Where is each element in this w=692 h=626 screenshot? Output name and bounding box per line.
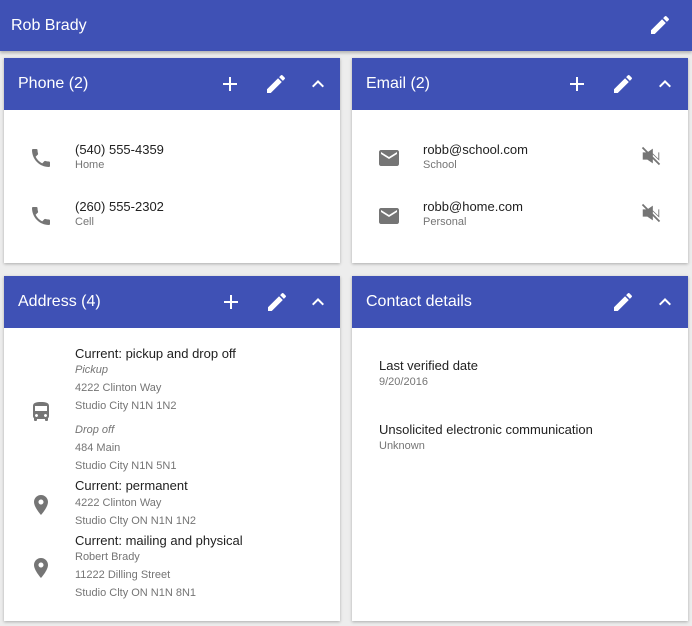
add-icon[interactable] [219, 290, 243, 314]
chevron-up-icon[interactable] [306, 72, 330, 96]
phone-icon [29, 146, 53, 170]
address-line: 484 Main [75, 442, 121, 454]
email-address: robb@home.com [423, 199, 523, 214]
address-line: Studio Clty ON N1N 1N2 [75, 515, 197, 527]
contact-details-card-header: Contact details [352, 276, 688, 328]
address-line: 11222 Dilling Street [75, 569, 171, 581]
edit-icon[interactable] [264, 72, 288, 96]
location-pin-icon [29, 556, 53, 580]
mail-icon [377, 204, 401, 228]
bus-icon [29, 400, 53, 424]
address-card: Address (4) Current: pickup and drop off… [4, 276, 340, 621]
email-card-title: Email (2) [366, 75, 431, 92]
contact-details-card: Contact details Last verified date 9/20/… [352, 276, 688, 621]
address-line: 4222 Clinton Way [75, 382, 162, 394]
address-line: Studio Clty ON N1N 8N1 [75, 587, 197, 599]
unsolicited-label: Unsolicited electronic communication [379, 422, 593, 437]
last-verified-label: Last verified date [379, 358, 479, 373]
address-card-header: Address (4) [4, 276, 340, 328]
add-icon[interactable] [565, 72, 589, 96]
address-title: Current: mailing and physical [75, 533, 243, 548]
dropoff-label: Drop off [75, 424, 115, 436]
contact-header: Rob Brady [0, 0, 692, 51]
edit-icon[interactable] [648, 13, 672, 37]
phone-card-title: Phone (2) [18, 75, 89, 92]
phone-number: (540) 555-4359 [75, 142, 164, 157]
contact-details-card-title: Contact details [366, 293, 472, 310]
phone-type: Home [75, 159, 105, 171]
mail-icon [377, 146, 401, 170]
edit-icon[interactable] [265, 290, 289, 314]
phone-number: (260) 555-2302 [75, 199, 164, 214]
chevron-up-icon[interactable] [653, 72, 677, 96]
address-line: Studio City N1N 1N2 [75, 400, 177, 412]
last-verified-value: 9/20/2016 [379, 376, 428, 388]
pickup-label: Pickup [75, 364, 109, 376]
phone-type: Cell [75, 216, 94, 228]
email-type: School [423, 159, 457, 171]
email-card: Email (2) robb@school.com School robb@ho… [352, 58, 688, 263]
address-line: 4222 Clinton Way [75, 497, 162, 509]
email-card-header: Email (2) [352, 58, 688, 110]
phone-card: Phone (2) (540) 555-4359 Home (260) 555-… [4, 58, 340, 263]
add-icon[interactable] [218, 72, 242, 96]
contact-name: Rob Brady [11, 16, 87, 34]
address-card-title: Address (4) [18, 293, 101, 310]
address-line: Robert Brady [75, 551, 140, 563]
chevron-up-icon[interactable] [653, 290, 677, 314]
email-address: robb@school.com [423, 142, 528, 157]
address-title: Current: pickup and drop off [75, 346, 236, 361]
address-line: Studio City N1N 5N1 [75, 460, 177, 472]
notifications-off-icon[interactable] [640, 145, 662, 167]
location-pin-icon [29, 493, 53, 517]
address-title: Current: permanent [75, 478, 188, 493]
chevron-up-icon[interactable] [306, 290, 330, 314]
phone-card-header: Phone (2) [4, 58, 340, 110]
phone-icon [29, 204, 53, 228]
edit-icon[interactable] [611, 290, 635, 314]
edit-icon[interactable] [611, 72, 635, 96]
email-type: Personal [423, 216, 467, 228]
unsolicited-value: Unknown [379, 440, 425, 452]
notifications-off-icon[interactable] [640, 202, 662, 224]
